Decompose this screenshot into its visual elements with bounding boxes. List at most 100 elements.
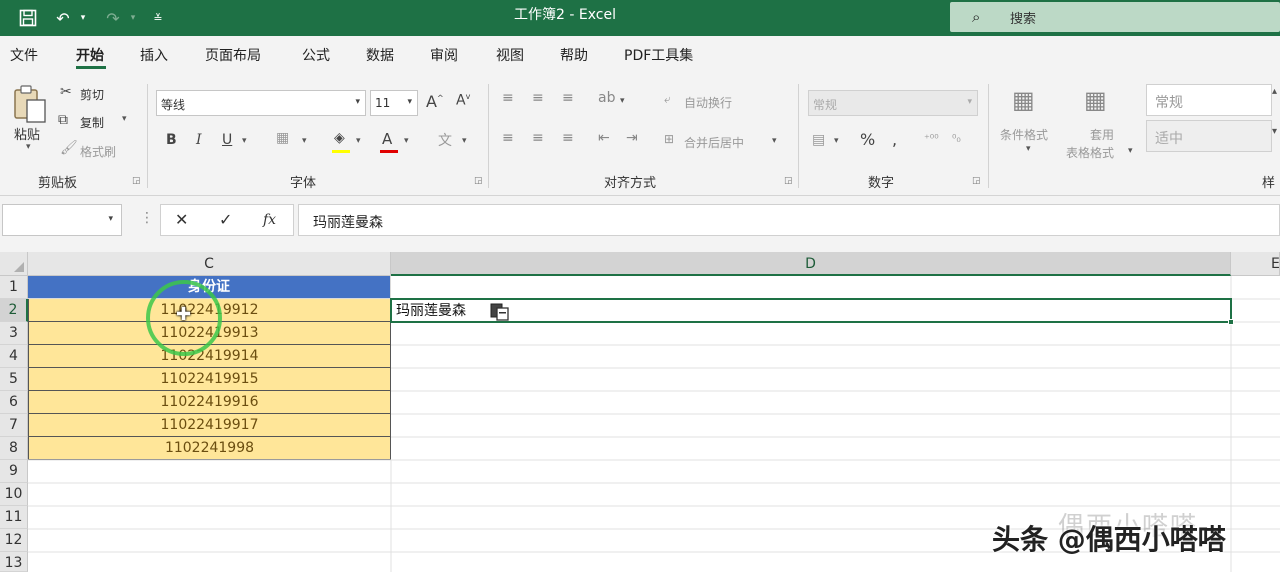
row-header[interactable]: 8 xyxy=(0,437,28,460)
phonetic-icon[interactable]: 文 xyxy=(438,130,452,150)
row-header[interactable]: 13 xyxy=(0,552,28,572)
column-header-e[interactable]: E xyxy=(1231,252,1280,276)
name-box[interactable]: ▾ xyxy=(2,204,122,236)
copy-icon[interactable]: ⧉ xyxy=(58,112,68,128)
row-header[interactable]: 2 xyxy=(0,299,28,322)
row-header[interactable]: 11 xyxy=(0,506,28,529)
align-top-icon[interactable]: ≡ xyxy=(502,90,514,106)
increase-decimal-icon[interactable]: ⁺⁰⁰ xyxy=(924,132,939,145)
flash-fill-options-icon[interactable] xyxy=(490,303,509,321)
font-size-select[interactable]: 11 ▾ xyxy=(370,90,418,116)
format-painter-label[interactable]: 格式刷 xyxy=(80,143,116,160)
number-format-select[interactable]: 常规 ▾ xyxy=(808,90,978,116)
row-header[interactable]: 9 xyxy=(0,460,28,483)
fill-handle[interactable] xyxy=(1228,319,1234,325)
paste-icon[interactable] xyxy=(12,84,48,128)
tab-file[interactable]: 文件 xyxy=(10,45,38,65)
increase-font-icon[interactable]: A^ xyxy=(426,92,444,111)
insert-function-icon[interactable]: fx xyxy=(263,212,276,228)
fill-color-dropdown-icon[interactable]: ▾ xyxy=(356,136,361,146)
font-color-dropdown-icon[interactable]: ▾ xyxy=(404,136,409,146)
copy-dropdown-icon[interactable]: ▾ xyxy=(122,114,127,124)
fill-color-icon[interactable]: ◈ xyxy=(334,130,345,146)
format-as-table-label-2[interactable]: 表格格式 xyxy=(1066,144,1114,161)
row-header[interactable]: 12 xyxy=(0,529,28,552)
tab-insert[interactable]: 插入 xyxy=(140,45,168,65)
borders-icon[interactable]: ▦ xyxy=(276,130,289,146)
italic-icon[interactable]: I xyxy=(196,132,202,148)
number-group-label: 数字 xyxy=(868,176,895,191)
search-box[interactable]: ⌕ 搜索 xyxy=(950,2,1280,32)
row-header[interactable]: 6 xyxy=(0,391,28,414)
percent-icon[interactable]: % xyxy=(860,130,875,149)
font-launcher-icon[interactable]: ◲ xyxy=(474,176,483,186)
select-all-button[interactable] xyxy=(0,252,28,276)
row-header[interactable]: 1 xyxy=(0,276,28,299)
tab-pdf-tools[interactable]: PDF工具集 xyxy=(624,45,693,65)
decrease-decimal-icon[interactable]: ⁰₀ xyxy=(952,132,961,145)
row-header[interactable]: 4 xyxy=(0,345,28,368)
formula-bar-grip-icon[interactable]: ⋮ xyxy=(140,210,154,226)
merge-dropdown-icon[interactable]: ▾ xyxy=(772,136,777,146)
tab-page-layout[interactable]: 页面布局 xyxy=(205,45,261,65)
cut-icon[interactable]: ✂ xyxy=(60,84,72,100)
conditional-formatting-icon[interactable]: ▦ xyxy=(1012,86,1035,114)
row-header[interactable]: 3 xyxy=(0,322,28,345)
align-left-icon[interactable]: ≡ xyxy=(502,130,514,146)
merge-center-icon[interactable]: ⊞ xyxy=(664,132,674,146)
align-right-icon[interactable]: ≡ xyxy=(562,130,574,146)
tab-data[interactable]: 数据 xyxy=(366,45,394,65)
decrease-indent-icon[interactable]: ⇤ xyxy=(598,130,610,146)
align-middle-icon[interactable]: ≡ xyxy=(532,90,544,106)
accounting-dropdown-icon[interactable]: ▾ xyxy=(834,136,839,146)
column-header-c[interactable]: C xyxy=(28,252,391,276)
conditional-dropdown-icon[interactable]: ▾ xyxy=(1026,144,1031,154)
accounting-format-icon[interactable]: ▤ xyxy=(812,132,825,148)
decrease-font-icon[interactable]: Av xyxy=(456,92,470,109)
font-name-select[interactable]: 等线 ▾ xyxy=(156,90,366,116)
column-header-d[interactable]: D xyxy=(391,252,1231,276)
underline-dropdown-icon[interactable]: ▾ xyxy=(242,136,247,146)
styles-scroll-icon[interactable]: ▴ xyxy=(1272,86,1277,97)
conditional-formatting-label[interactable]: 条件格式 xyxy=(1000,126,1048,143)
format-as-table-label-1[interactable]: 套用 xyxy=(1090,126,1114,143)
cell-style-normal[interactable]: 常规 xyxy=(1146,84,1272,116)
merge-center-label[interactable]: 合并后居中 xyxy=(684,134,744,151)
row-header[interactable]: 7 xyxy=(0,414,28,437)
cancel-icon[interactable]: ✕ xyxy=(175,210,188,229)
underline-icon[interactable]: U xyxy=(222,132,232,148)
font-color-icon[interactable]: A xyxy=(382,130,392,148)
clipboard-launcher-icon[interactable]: ◲ xyxy=(132,176,141,186)
cell-style-neutral[interactable]: 适中 xyxy=(1146,120,1272,152)
enter-icon[interactable]: ✓ xyxy=(219,210,232,229)
increase-indent-icon[interactable]: ⇥ xyxy=(626,130,638,146)
align-bottom-icon[interactable]: ≡ xyxy=(562,90,574,106)
paste-label[interactable]: 粘贴 xyxy=(14,124,40,143)
bold-icon[interactable]: B xyxy=(166,132,177,148)
format-as-table-dropdown-icon[interactable]: ▾ xyxy=(1128,146,1133,156)
tab-formulas[interactable]: 公式 xyxy=(302,45,330,65)
align-center-icon[interactable]: ≡ xyxy=(532,130,544,146)
tab-review[interactable]: 审阅 xyxy=(430,45,458,65)
orientation-dropdown-icon[interactable]: ▾ xyxy=(620,96,625,106)
formula-input[interactable]: 玛丽莲曼森 xyxy=(298,204,1280,236)
tab-help[interactable]: 帮助 xyxy=(560,45,588,65)
borders-dropdown-icon[interactable]: ▾ xyxy=(302,136,307,146)
tab-home[interactable]: 开始 xyxy=(76,45,104,65)
comma-style-icon[interactable]: , xyxy=(892,130,897,149)
row-header[interactable]: 5 xyxy=(0,368,28,391)
tab-view[interactable]: 视图 xyxy=(496,45,524,65)
number-launcher-icon[interactable]: ◲ xyxy=(972,176,981,186)
format-painter-icon[interactable]: 🖌 xyxy=(60,140,78,156)
copy-label[interactable]: 复制 xyxy=(80,114,104,131)
row-header[interactable]: 10 xyxy=(0,483,28,506)
wrap-text-icon[interactable]: ⤶ xyxy=(664,92,671,107)
alignment-launcher-icon[interactable]: ◲ xyxy=(784,176,793,186)
format-as-table-icon[interactable]: ▦ xyxy=(1084,86,1107,114)
wrap-text-label[interactable]: 自动换行 xyxy=(684,94,732,111)
styles-scroll-icon[interactable]: ▾ xyxy=(1272,126,1277,137)
cut-label[interactable]: 剪切 xyxy=(80,86,104,103)
orientation-icon[interactable]: ab xyxy=(598,90,615,106)
paste-dropdown-icon[interactable]: ▾ xyxy=(26,142,31,152)
phonetic-dropdown-icon[interactable]: ▾ xyxy=(462,136,467,146)
